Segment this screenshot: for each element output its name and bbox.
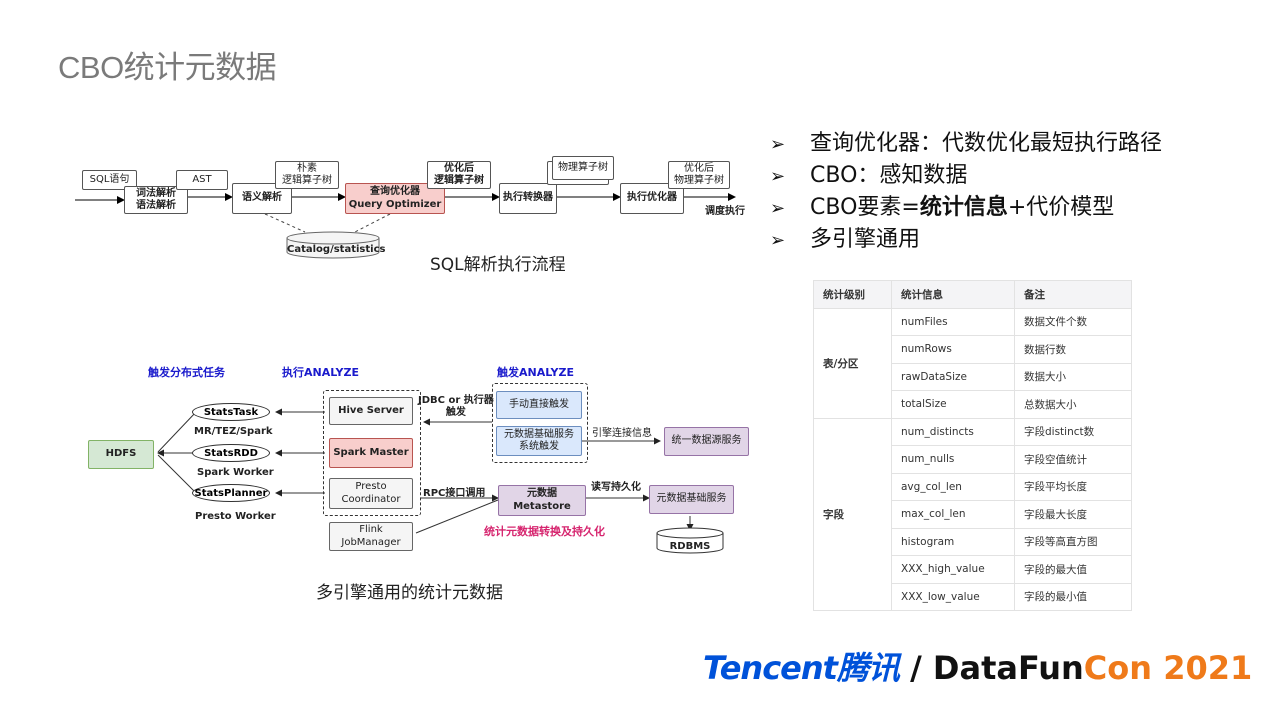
ast-box: AST bbox=[176, 170, 228, 190]
bullet-item: ➢ 多引擎通用 bbox=[770, 224, 1162, 256]
stats-task-node: StatsTask bbox=[192, 403, 270, 421]
footer-logo: Tencent腾讯 / DataFunCon 2021 bbox=[703, 643, 1252, 689]
metastore-box: 元数据 Metastore bbox=[498, 485, 586, 516]
con-2021-logo: Con 2021 bbox=[1083, 649, 1253, 687]
tencent-logo: Tencent bbox=[703, 649, 838, 687]
stat-level-cell: 表/分区 bbox=[813, 307, 892, 419]
stat-level-cell: 字段 bbox=[813, 417, 892, 611]
arrow-bullet-icon: ➢ bbox=[770, 166, 786, 187]
stat-name-cell: XXX_high_value bbox=[891, 555, 1015, 584]
physical-tree-box: 物理算子树 bbox=[552, 156, 614, 180]
stat-name-cell: max_col_len bbox=[891, 500, 1015, 529]
stat-note-cell: 总数据大小 bbox=[1014, 390, 1132, 419]
stat-note-cell: 字段最大长度 bbox=[1014, 500, 1132, 529]
datafun-logo: DataFun bbox=[932, 649, 1084, 687]
stat-name-cell: numFiles bbox=[891, 307, 1015, 336]
tencent-cn-logo: 腾讯 bbox=[836, 649, 900, 687]
column-header: 统计信息 bbox=[891, 280, 1015, 309]
bullet-item: ➢ 查询优化器：代数优化最短执行路径 bbox=[770, 128, 1162, 160]
stat-name-cell: avg_col_len bbox=[891, 472, 1015, 501]
bullet-item: ➢ CBO：感知数据 bbox=[770, 160, 1162, 192]
heading-trigger-analyze: 触发ANALYZE bbox=[497, 366, 574, 379]
stat-note-cell: 字段distinct数 bbox=[1014, 417, 1132, 446]
table-row: 字段 num_distincts 字段distinct数 bbox=[813, 417, 1132, 611]
catalog-label: Catalog/statistics bbox=[287, 244, 386, 255]
stat-note-cell: 数据行数 bbox=[1014, 335, 1132, 364]
lexer-parser-box: 词法解析 语法解析 bbox=[124, 186, 188, 214]
unified-datasource-box: 统一数据源服务 bbox=[664, 427, 749, 456]
stat-note-cell: 字段的最小值 bbox=[1014, 582, 1132, 611]
sql-flow-caption: SQL解析执行流程 bbox=[430, 255, 566, 275]
stat-name-cell: num_nulls bbox=[891, 445, 1015, 474]
optimized-logical-tree-box: 优化后 逻辑算子树 bbox=[427, 161, 491, 189]
stat-note-cell: 数据文件个数 bbox=[1014, 307, 1132, 336]
arrow-bullet-icon: ➢ bbox=[770, 230, 786, 251]
presto-coordinator-box: Presto Coordinator bbox=[329, 478, 413, 509]
rpc-label: RPC接口调用 bbox=[423, 488, 486, 499]
heading-distributed-task: 触发分布式任务 bbox=[148, 366, 225, 379]
stats-rdd-node: StatsRDD bbox=[192, 444, 270, 462]
heading-execute-analyze: 执行ANALYZE bbox=[282, 366, 359, 379]
column-header: 统计级别 bbox=[813, 280, 892, 309]
stat-name-cell: XXX_low_value bbox=[891, 582, 1015, 611]
naive-logical-tree-box: 朴素 逻辑算子树 bbox=[275, 161, 339, 189]
stats-rdd-engine-label: Spark Worker bbox=[197, 467, 274, 478]
stat-note-cell: 字段的最大值 bbox=[1014, 555, 1132, 584]
hdfs-box: HDFS bbox=[88, 440, 154, 469]
stats-table: 统计级别 统计信息 备注 表/分区 numFiles 数据文件个数 numRows 数据… bbox=[813, 280, 1132, 611]
jdbc-trigger-label: JDBC or 执行器 触发 bbox=[418, 395, 494, 418]
persist-title: 统计元数据转换及持久化 bbox=[484, 525, 605, 538]
table-row: 表/分区 numFiles 数据文件个数 bbox=[813, 307, 1132, 419]
rdbms-label: RDBMS bbox=[669, 541, 711, 552]
stats-planner-engine-label: Presto Worker bbox=[195, 511, 276, 522]
stat-note-cell: 字段空值统计 bbox=[1014, 445, 1132, 474]
stat-note-cell: 数据大小 bbox=[1014, 362, 1132, 391]
engine-conn-label: 引擎连接信息 bbox=[592, 428, 652, 439]
exec-converter-box: 执行转换器 bbox=[499, 183, 557, 214]
stat-note-cell: 字段平均长度 bbox=[1014, 472, 1132, 501]
metadata-service-box: 元数据基础服务 bbox=[649, 485, 734, 514]
arrow-bullet-icon: ➢ bbox=[770, 198, 786, 219]
stat-name-cell: totalSize bbox=[891, 390, 1015, 419]
optimizer-en-label: Query Optimizer bbox=[348, 198, 442, 210]
optimized-physical-tree-box: 优化后 物理算子树 bbox=[668, 161, 730, 189]
stat-note-cell: 字段等高直方图 bbox=[1014, 527, 1132, 556]
column-header: 备注 bbox=[1014, 280, 1132, 309]
spark-master-box: Spark Master bbox=[329, 438, 413, 468]
arrow-bullet-icon: ➢ bbox=[770, 134, 786, 155]
stat-name-cell: rawDataSize bbox=[891, 362, 1015, 391]
rw-persist-label: 读写持久化 bbox=[591, 482, 641, 493]
catalog-link bbox=[354, 213, 391, 233]
stat-name-cell: numRows bbox=[891, 335, 1015, 364]
bullet-item: ➢ CBO要素=统计信息+代价模型 bbox=[770, 192, 1162, 224]
multi-engine-caption: 多引擎通用的统计元数据 bbox=[316, 583, 503, 603]
manual-trigger-box: 手动直接触发 bbox=[496, 391, 582, 419]
stats-planner-node: StatsPlanner bbox=[192, 484, 270, 502]
catalog-link bbox=[264, 213, 306, 233]
table-header-row: 统计级别 统计信息 备注 bbox=[813, 280, 1132, 309]
optimizer-cn-label: 查询优化器 bbox=[370, 186, 420, 197]
system-trigger-box: 元数据基础服务 系统触发 bbox=[496, 426, 582, 456]
stats-task-engine-label: MR/TEZ/Spark bbox=[194, 426, 273, 437]
hive-server-box: Hive Server bbox=[329, 397, 413, 425]
schedule-exec-label: 调度执行 bbox=[705, 206, 745, 217]
logo-separator: / bbox=[910, 649, 922, 687]
bullet-list: ➢ 查询优化器：代数优化最短执行路径 ➢ CBO：感知数据 ➢ CBO要素=统计信息+… bbox=[770, 128, 1162, 256]
statsplanner-to-hdfs bbox=[157, 454, 197, 494]
statstask-to-hdfs bbox=[157, 411, 197, 453]
flink-jobmanager-box: Flink JobManager bbox=[329, 522, 413, 551]
stat-name-cell: num_distincts bbox=[891, 417, 1015, 446]
stat-name-cell: histogram bbox=[891, 527, 1015, 556]
